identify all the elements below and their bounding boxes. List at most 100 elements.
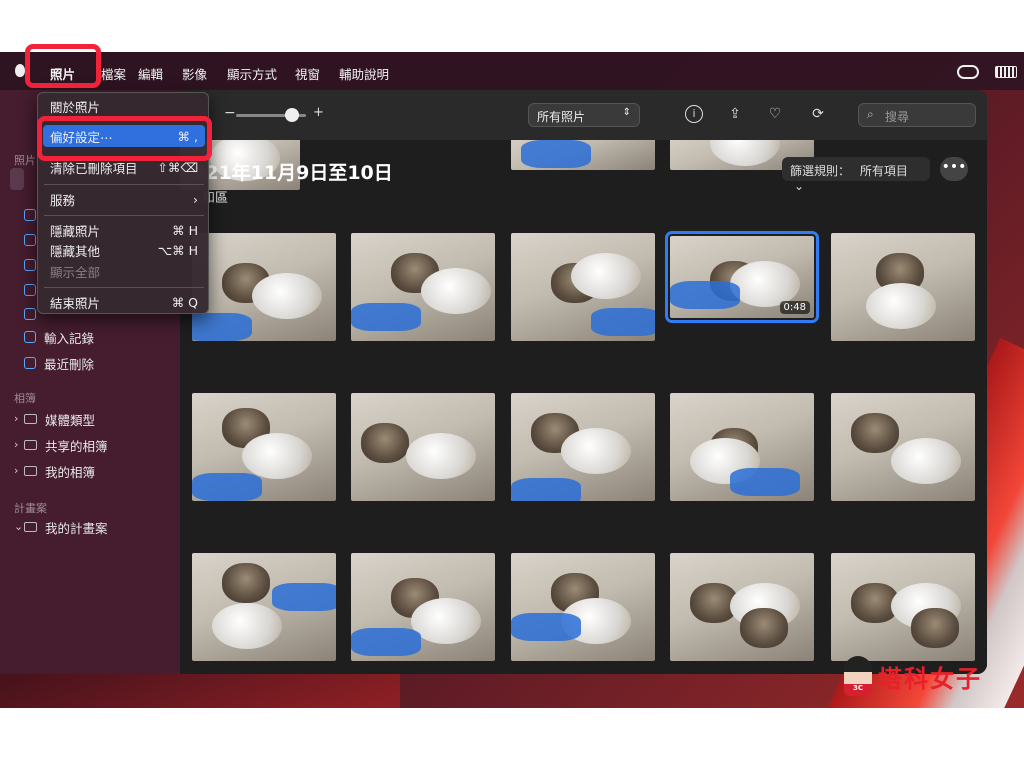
menu-window[interactable]: 視窗 (295, 64, 320, 83)
photo-thumbnail[interactable] (511, 140, 655, 170)
info-icon[interactable]: i (685, 105, 703, 123)
zoom-out-button[interactable]: − (224, 105, 236, 121)
chevron-right-icon[interactable]: › (14, 438, 18, 451)
sidebar-item-label: 共享的相簿 (45, 438, 108, 454)
chevron-down-icon[interactable]: ⌄ (14, 520, 23, 533)
search-field[interactable]: ⌕ 搜尋 (858, 103, 976, 127)
sidebar-item-placeholder-a[interactable] (24, 205, 36, 225)
menu-edit[interactable]: 編輯 (138, 64, 163, 83)
search-icon: ⌕ (867, 107, 874, 121)
zoom-slider-knob[interactable] (285, 108, 299, 122)
share-icon[interactable]: ⇪ (726, 105, 744, 123)
menu-item-shortcut: ⌘ H (172, 222, 198, 238)
sidebar-item-my-albums[interactable]: 我的相簿 (24, 461, 95, 481)
sidebar-item-imports[interactable]: 輸入記錄 (24, 327, 94, 347)
menu-view[interactable]: 顯示方式 (227, 64, 277, 83)
menu-item-label: 隱藏其他 (50, 243, 101, 259)
highlight-preferences (37, 116, 212, 161)
trash-icon (24, 357, 36, 369)
photo-thumbnail[interactable] (192, 553, 336, 661)
menu-item-about[interactable]: 關於照片 (50, 96, 198, 116)
watermark: 3C 塔科女子 (844, 656, 982, 696)
heart-icon (24, 284, 36, 296)
toolbar: − + 所有照片 ⇕ i ⇪ ♡ ⟳ ⌕ 搜尋 (180, 90, 987, 140)
folder-icon (24, 466, 37, 476)
menu-bar: 照片 檔案 編輯 影像 顯示方式 視窗 輔助說明 (0, 52, 1024, 90)
creative-cloud-icon[interactable] (957, 65, 979, 79)
watermark-avatar: 3C (844, 656, 872, 696)
menu-item-services[interactable]: 服務 › (50, 189, 198, 209)
sidebar-item-label: 輸入記錄 (44, 330, 95, 346)
sidebar-icon (24, 209, 36, 221)
photo-thumbnail[interactable] (351, 233, 495, 341)
chevron-right-icon[interactable]: › (14, 412, 18, 425)
photo-thumbnail[interactable] (192, 393, 336, 501)
menu-image[interactable]: 影像 (182, 64, 207, 83)
photo-thumbnail[interactable] (192, 233, 336, 341)
menu-item-label: 隱藏照片 (50, 223, 101, 239)
photo-thumbnail[interactable] (351, 393, 495, 501)
sidebar-item-shared-albums[interactable]: 共享的相簿 (24, 435, 108, 455)
menu-item-label: 結束照片 (50, 295, 101, 311)
video-duration-badge: 0:48 (779, 301, 810, 314)
clock-icon (24, 308, 36, 320)
photo-grid-area: 021年11月9日至10日 和區 篩選規則： 所有項目 ⌄ ••• 0:48 (180, 140, 987, 674)
photo-thumbnail-selected[interactable]: 0:48 (665, 231, 819, 323)
zoom-in-button[interactable]: + (313, 105, 324, 120)
sidebar-item-placeholder-b[interactable] (24, 230, 36, 250)
menu-item-label: 關於照片 (50, 99, 101, 115)
folder-icon (24, 440, 37, 450)
moment-title: 021年11月9日至10日 (192, 162, 393, 184)
menu-separator (44, 287, 204, 288)
sidebar-item-label: 我的計畫案 (45, 520, 108, 536)
sidebar-item-recently-deleted[interactable]: 最近刪除 (24, 353, 94, 373)
sidebar-item-placeholder-c[interactable] (24, 255, 36, 275)
photo-thumbnail[interactable] (831, 233, 975, 341)
sidebar-selected-item[interactable] (10, 168, 24, 190)
photo-thumbnail[interactable] (511, 233, 655, 341)
filter-label: 篩選規則： (790, 164, 851, 178)
sidebar-section-albums: 相簿 (14, 392, 36, 405)
updown-chevron-icon: ⇕ (622, 107, 631, 118)
menu-item-shortcut: ⇧⌘⌫ (157, 159, 198, 175)
photo-thumbnail[interactable] (670, 553, 814, 661)
menu-item-shortcut: ⌘ Q (171, 294, 198, 310)
sidebar-item-media-types[interactable]: 媒體類型 (24, 409, 95, 429)
sidebar-item-label: 媒體類型 (45, 412, 96, 428)
menu-item-label: 顯示全部 (50, 264, 101, 280)
sidebar-item-label: 我的相簿 (45, 464, 96, 480)
sidebar-icon (24, 234, 36, 246)
sidebar-item-placeholder-e[interactable] (24, 304, 36, 324)
filter-value: 所有項目 (859, 164, 908, 178)
menu-item-quit[interactable]: 結束照片 ⌘ Q (50, 292, 198, 312)
heart-icon[interactable]: ♡ (766, 105, 784, 123)
sidebar-item-placeholder-d[interactable] (24, 280, 36, 300)
more-button[interactable]: ••• (940, 157, 968, 181)
watermark-badge: 3C (852, 684, 863, 692)
watermark-text: 塔科女子 (878, 664, 982, 693)
highlight-photos-menu (25, 44, 101, 88)
photo-thumbnail[interactable] (511, 393, 655, 501)
view-select[interactable]: 所有照片 ⇕ (528, 103, 640, 127)
photo-thumbnail[interactable] (831, 553, 975, 661)
menu-item-show-all: 顯示全部 (50, 261, 198, 281)
keyboard-icon[interactable] (995, 66, 1017, 78)
sidebar-item-my-projects[interactable]: 我的計畫案 (24, 517, 108, 537)
filter-dropdown[interactable]: 篩選規則： 所有項目 ⌄ (782, 157, 930, 193)
menu-help[interactable]: 輔助說明 (339, 64, 389, 83)
menu-item-shortcut: ⌥⌘ H (157, 242, 198, 258)
folder-icon (24, 414, 37, 424)
menu-item-hide-photos[interactable]: 隱藏照片 ⌘ H (50, 220, 198, 240)
photo-thumbnail[interactable] (831, 393, 975, 501)
apple-icon[interactable] (15, 64, 25, 77)
sidebar-section-library: 照片 (14, 154, 36, 167)
menu-file[interactable]: 檔案 (101, 64, 126, 83)
rotate-icon[interactable]: ⟳ (809, 105, 827, 123)
menu-item-hide-others[interactable]: 隱藏其他 ⌥⌘ H (50, 240, 198, 260)
chevron-right-icon: › (193, 191, 198, 207)
photo-thumbnail[interactable] (670, 393, 814, 501)
photo-thumbnail[interactable] (351, 553, 495, 661)
photo-thumbnail[interactable] (511, 553, 655, 661)
chevron-right-icon[interactable]: › (14, 464, 18, 477)
folder-icon (24, 522, 37, 532)
